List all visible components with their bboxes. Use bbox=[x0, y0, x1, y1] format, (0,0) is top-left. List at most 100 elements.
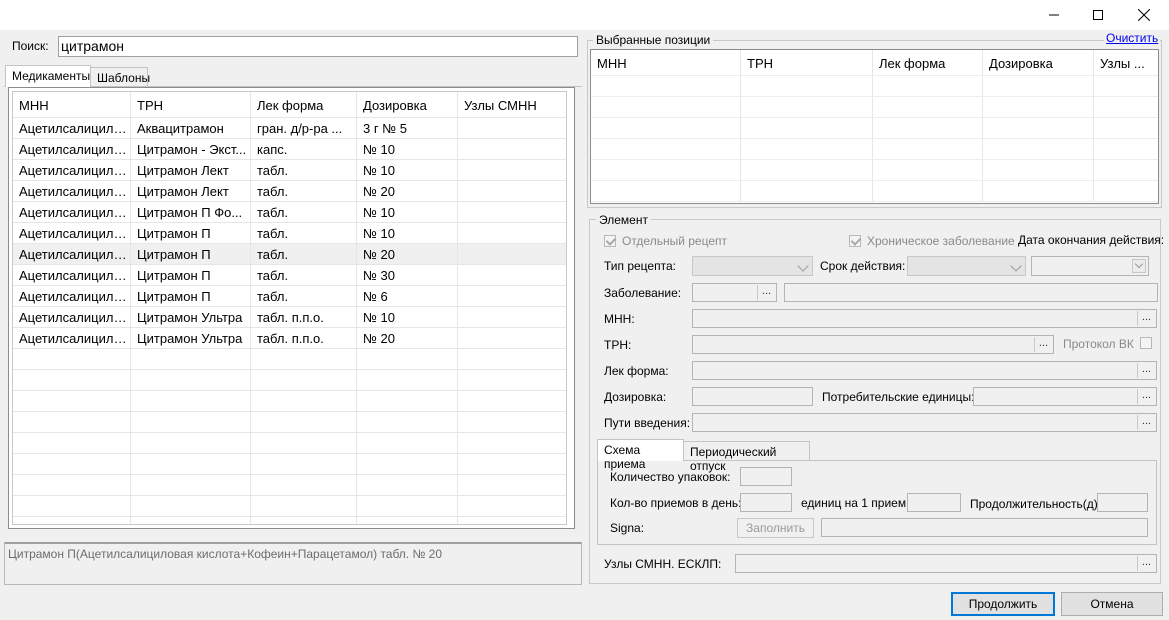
table-row[interactable] bbox=[591, 97, 1158, 118]
table-cell: Цитрамон П bbox=[131, 244, 251, 264]
browse-button[interactable]: ... bbox=[1137, 389, 1155, 404]
table-row[interactable] bbox=[13, 412, 566, 433]
table-cell: № 10 bbox=[357, 160, 458, 180]
clear-link[interactable]: Очистить bbox=[1104, 31, 1161, 45]
table-cell bbox=[983, 97, 1094, 117]
column-header[interactable]: ТРН bbox=[131, 92, 251, 117]
search-input[interactable]: цитрамон bbox=[58, 36, 578, 57]
table-cell bbox=[357, 454, 458, 474]
column-header[interactable]: Дозировка bbox=[357, 92, 458, 117]
browse-button[interactable]: ... bbox=[1137, 311, 1155, 326]
protocol-checkbox[interactable] bbox=[1140, 337, 1152, 349]
consumer-units-field[interactable]: ... bbox=[973, 387, 1157, 406]
dosage-field[interactable] bbox=[692, 387, 813, 406]
tab-medicines[interactable]: Медикаменты bbox=[5, 65, 91, 87]
table-row[interactable] bbox=[591, 118, 1158, 139]
table-row[interactable] bbox=[13, 496, 566, 517]
column-header[interactable]: МНН bbox=[591, 50, 741, 75]
disease-name-field[interactable] bbox=[784, 283, 1158, 302]
column-header[interactable]: Узлы СМНН bbox=[458, 92, 566, 117]
table-row[interactable]: Ацетилсалицило... Аквацитрамон гран. д/р-р… bbox=[13, 118, 566, 139]
table-row[interactable] bbox=[13, 391, 566, 412]
table-cell bbox=[458, 181, 566, 201]
browse-button[interactable]: ... bbox=[1034, 337, 1052, 352]
minimize-button[interactable] bbox=[1031, 0, 1077, 30]
table-row[interactable] bbox=[13, 475, 566, 496]
table-row[interactable] bbox=[591, 181, 1158, 202]
table-row[interactable]: Ацетилсалицило... Цитрамон Птабл. № 30 bbox=[13, 265, 566, 286]
table-cell bbox=[251, 475, 357, 495]
table-row[interactable] bbox=[13, 517, 566, 524]
column-header[interactable]: Лек форма bbox=[873, 50, 983, 75]
table-row[interactable] bbox=[591, 76, 1158, 97]
column-header[interactable]: МНН bbox=[13, 92, 131, 117]
trn-field[interactable]: ... bbox=[692, 335, 1054, 354]
browse-button[interactable]: ... bbox=[1137, 415, 1155, 430]
cancel-button[interactable]: Отмена bbox=[1061, 592, 1163, 616]
continue-button[interactable]: Продолжить bbox=[951, 592, 1055, 616]
table-cell bbox=[357, 496, 458, 516]
browse-button[interactable]: ... bbox=[1137, 363, 1155, 378]
table-cell bbox=[458, 496, 566, 516]
packages-field[interactable] bbox=[740, 467, 792, 486]
recipe-type-select[interactable] bbox=[692, 256, 813, 276]
table-row[interactable] bbox=[13, 454, 566, 475]
table-cell: Аквацитрамон bbox=[131, 118, 251, 138]
table-row[interactable] bbox=[13, 370, 566, 391]
table-cell bbox=[983, 76, 1094, 96]
table-cell bbox=[983, 181, 1094, 201]
table-row[interactable] bbox=[13, 433, 566, 454]
mnn-label: МНН: bbox=[604, 312, 635, 326]
fill-button[interactable]: Заполнить bbox=[737, 518, 814, 538]
table-cell: табл. bbox=[251, 286, 357, 306]
table-row[interactable]: Ацетилсалицило... Цитрамон П Фо... табл. № … bbox=[13, 202, 566, 223]
routes-field[interactable]: ... bbox=[692, 413, 1157, 432]
chronic-checkbox[interactable] bbox=[849, 235, 861, 247]
browse-button[interactable]: ... bbox=[1137, 556, 1155, 571]
duration-field[interactable] bbox=[1097, 493, 1148, 512]
maximize-button[interactable] bbox=[1075, 0, 1121, 30]
per-day-field[interactable] bbox=[740, 493, 792, 512]
tab-templates[interactable]: Шаблоны bbox=[90, 67, 150, 87]
table-row[interactable]: Ацетилсалицило... Цитрамон Лект табл. № 20 bbox=[13, 181, 566, 202]
table-row[interactable]: Ацетилсалицило... Цитрамон Птабл. № 10 bbox=[13, 223, 566, 244]
table-cell bbox=[591, 97, 741, 117]
units-per-dose-field[interactable] bbox=[907, 493, 961, 512]
signa-field[interactable] bbox=[821, 518, 1148, 537]
disease-code-field[interactable]: ... bbox=[692, 283, 777, 302]
browse-button[interactable]: ... bbox=[757, 285, 775, 300]
separate-recipe-checkbox[interactable] bbox=[604, 235, 616, 247]
medicines-grid[interactable]: МНН ТРН Лек форма Дозировка Узлы СМНН Ацетилс… bbox=[8, 87, 575, 529]
table-row[interactable]: Ацетилсалицило... Цитрамон Птабл. № 20 bbox=[13, 244, 566, 265]
table-row[interactable]: Ацетилсалицило... Цитрамон Ультра табл. п.… bbox=[13, 328, 566, 349]
table-row[interactable]: Ацетилсалицило... Цитрамон Ультра табл. п.… bbox=[13, 307, 566, 328]
form-field[interactable]: ... bbox=[692, 361, 1157, 380]
table-row[interactable]: Ацетилсалицило... Цитрамон Лект табл. № 10 bbox=[13, 160, 566, 181]
table-cell: № 20 bbox=[357, 244, 458, 264]
tab-schema[interactable]: Схема приема bbox=[597, 439, 684, 471]
table-row[interactable] bbox=[591, 160, 1158, 181]
table-cell bbox=[357, 370, 458, 390]
table-row[interactable]: Ацетилсалицило... Цитрамон - Экст... капс.… bbox=[13, 139, 566, 160]
table-row[interactable] bbox=[13, 349, 566, 370]
validity-select[interactable] bbox=[907, 256, 1026, 276]
table-cell: Цитрамон Лект bbox=[131, 181, 251, 201]
end-date-picker[interactable] bbox=[1031, 256, 1149, 276]
nodes-field[interactable]: ... bbox=[735, 554, 1157, 573]
column-header[interactable]: ТРН bbox=[741, 50, 873, 75]
mnn-field[interactable]: ... bbox=[692, 309, 1157, 328]
table-cell bbox=[458, 370, 566, 390]
tab-periodic[interactable]: Периодический отпуск bbox=[683, 441, 810, 473]
table-cell bbox=[458, 328, 566, 348]
close-button[interactable] bbox=[1121, 0, 1167, 30]
table-row[interactable]: Ацетилсалицило... Цитрамон Птабл. № 6 bbox=[13, 286, 566, 307]
table-cell bbox=[458, 412, 566, 432]
selected-positions-grid[interactable]: МНН ТРН Лек форма Дозировка Узлы ... bbox=[590, 49, 1159, 204]
table-row[interactable] bbox=[591, 139, 1158, 160]
column-header[interactable]: Узлы ... bbox=[1094, 50, 1158, 75]
column-header[interactable]: Дозировка bbox=[983, 50, 1094, 75]
column-header[interactable]: Лек форма bbox=[251, 92, 357, 117]
table-cell bbox=[873, 139, 983, 159]
table-cell bbox=[357, 475, 458, 495]
table-cell bbox=[251, 391, 357, 411]
